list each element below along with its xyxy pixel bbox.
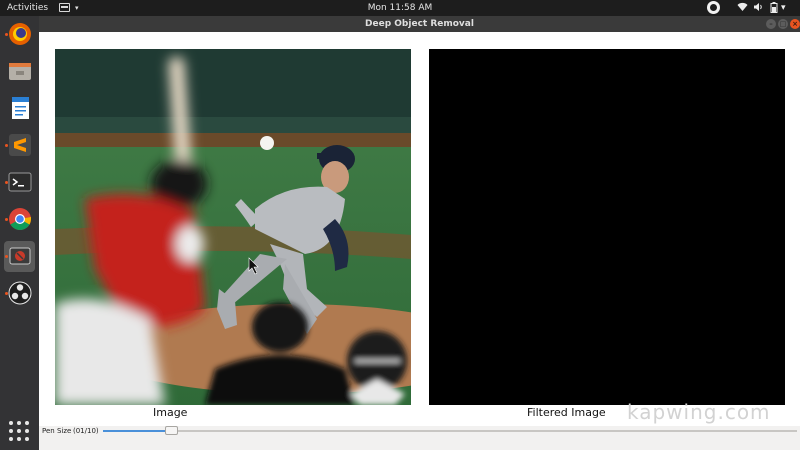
libreoffice-writer-icon [12, 97, 29, 119]
sublime-text-icon [9, 134, 31, 156]
firefox-icon [9, 23, 31, 45]
filtered-image-caption: Filtered Image [527, 406, 606, 419]
obs-tray-icon[interactable] [707, 1, 720, 14]
pen-size-value: (01/10) [73, 427, 99, 435]
dock-item-terminal[interactable] [4, 167, 35, 198]
show-applications-icon[interactable] [9, 421, 29, 441]
input-image-canvas[interactable] [55, 49, 411, 405]
dock-item-writer[interactable] [4, 93, 35, 124]
pen-size-slider[interactable] [103, 430, 797, 432]
close-button[interactable]: × [790, 19, 800, 29]
dock-item-chrome[interactable] [4, 204, 35, 235]
window-titlebar[interactable]: Deep Object Removal – □ × [39, 16, 800, 32]
terminal-icon [8, 172, 32, 192]
dock-item-sublime[interactable] [4, 130, 35, 161]
image-caption: Image [153, 406, 188, 419]
dock-item-firefox[interactable] [4, 19, 35, 50]
window-title: Deep Object Removal [365, 19, 474, 29]
app-content: Image Filtered Image kapwing.com Pen Siz… [39, 32, 800, 450]
minimize-button[interactable]: – [766, 19, 776, 29]
pen-size-slider-handle[interactable] [165, 426, 178, 435]
file-manager-icon [9, 63, 31, 80]
pen-size-label: Pen Size [42, 427, 72, 435]
wifi-icon[interactable] [737, 2, 748, 14]
deep-object-removal-app-icon [9, 247, 31, 265]
dock-item-obs[interactable] [4, 278, 35, 309]
obs-studio-icon [8, 281, 32, 305]
chrome-icon [9, 208, 31, 230]
baseball-photo [55, 49, 411, 405]
dock-item-deep-object-removal[interactable] [4, 241, 35, 272]
dock [0, 16, 39, 450]
battery-icon[interactable] [770, 2, 778, 14]
volume-icon[interactable] [753, 2, 764, 14]
power-menu-caret-icon[interactable]: ▾ [781, 2, 786, 14]
filtered-image-canvas [429, 49, 785, 405]
maximize-button[interactable]: □ [778, 19, 788, 29]
dock-item-files[interactable] [4, 56, 35, 87]
top-bar: Activities ▾ Mon 11:58 AM ▾ [0, 0, 800, 16]
canvas-area: Image Filtered Image kapwing.com [39, 32, 800, 426]
clock[interactable]: Mon 11:58 AM [0, 0, 800, 16]
pen-size-slider-fill [103, 430, 172, 432]
watermark: kapwing.com [627, 400, 771, 424]
